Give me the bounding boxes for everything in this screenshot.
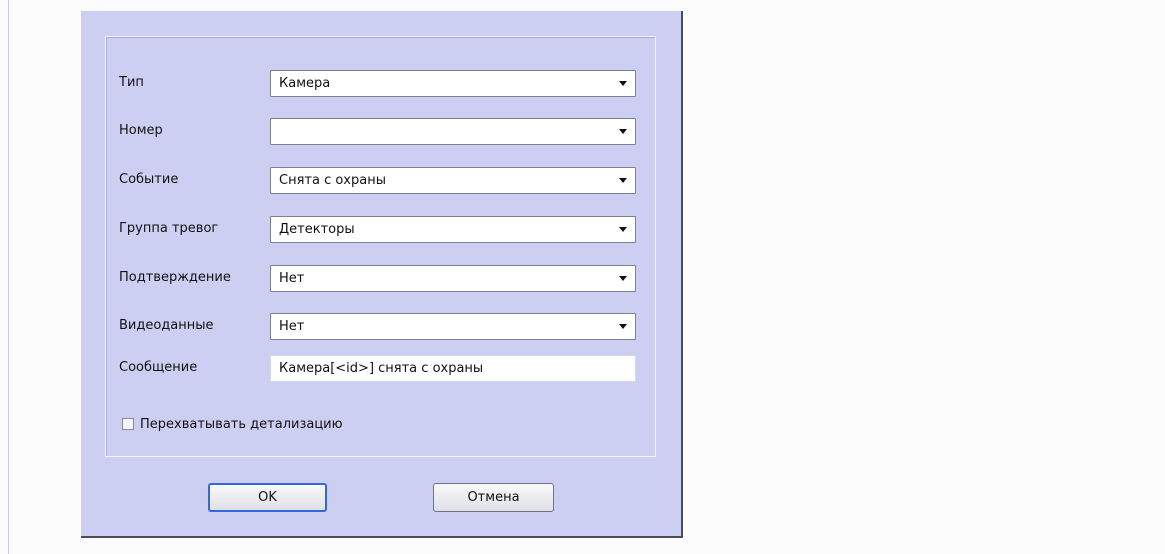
chevron-down-icon[interactable]	[619, 276, 627, 281]
message-input[interactable]: Камера[<id>] снята с охраны	[270, 355, 636, 382]
chevron-down-icon[interactable]	[619, 129, 627, 134]
cancel-button[interactable]: Отмена	[433, 483, 554, 512]
confirmation-dropdown-value: Нет	[279, 271, 305, 286]
settings-group-box: Тип Камера Номер Событие Снята с охраны …	[105, 36, 656, 457]
type-label: Тип	[119, 75, 144, 90]
checkbox-icon[interactable]	[122, 418, 134, 430]
intercept-detail-row[interactable]: Перехватывать детализацию	[122, 414, 343, 434]
alarm-rule-dialog: Тип Камера Номер Событие Снята с охраны …	[81, 11, 683, 538]
event-dropdown-value: Снята с охраны	[279, 173, 386, 188]
alarm-group-dropdown[interactable]: Детекторы	[270, 216, 636, 243]
message-input-value: Камера[<id>] снята с охраны	[279, 361, 484, 376]
chevron-down-icon[interactable]	[619, 178, 627, 183]
video-data-dropdown[interactable]: Нет	[270, 313, 636, 340]
number-dropdown[interactable]	[270, 118, 636, 145]
alarm-group-label: Группа тревог	[119, 221, 219, 236]
type-dropdown[interactable]: Камера	[270, 70, 636, 97]
confirmation-dropdown[interactable]: Нет	[270, 265, 636, 292]
intercept-detail-label[interactable]: Перехватывать детализацию	[140, 417, 343, 432]
event-dropdown[interactable]: Снята с охраны	[270, 167, 636, 194]
ok-button[interactable]: OK	[208, 483, 327, 512]
event-label: Событие	[119, 172, 179, 187]
number-label: Номер	[119, 123, 163, 138]
message-label: Сообщение	[119, 360, 198, 375]
confirmation-label: Подтверждение	[119, 270, 231, 285]
type-dropdown-value: Камера	[279, 76, 331, 91]
chevron-down-icon[interactable]	[619, 81, 627, 86]
page-left-rule	[8, 0, 9, 554]
chevron-down-icon[interactable]	[619, 227, 627, 232]
chevron-down-icon[interactable]	[619, 324, 627, 329]
alarm-group-dropdown-value: Детекторы	[279, 222, 355, 237]
video-data-dropdown-value: Нет	[279, 319, 305, 334]
video-data-label: Видеоданные	[119, 318, 214, 333]
